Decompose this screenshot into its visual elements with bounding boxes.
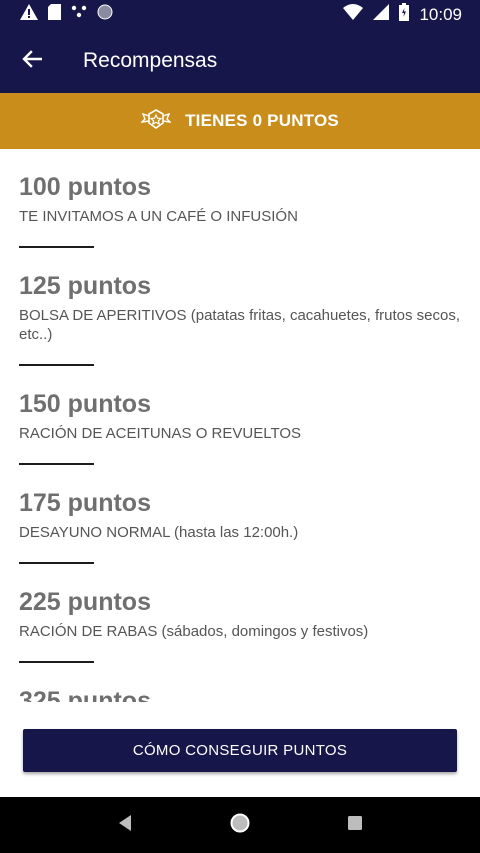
status-icons-left <box>20 4 113 25</box>
rewards-list[interactable]: 100 puntos TE INVITAMOS A UN CAFÉ O INFU… <box>0 149 480 702</box>
signal-icon <box>373 4 390 25</box>
sd-card-icon <box>48 4 61 25</box>
alert-icon <box>20 4 38 25</box>
star-badge-icon <box>140 108 173 135</box>
reward-points: 100 puntos <box>19 173 151 201</box>
status-bar: 10:09 <box>0 0 480 29</box>
status-icons-right: 10:09 <box>343 3 462 26</box>
home-circle-icon <box>229 812 251 839</box>
reward-item[interactable]: 225 puntos RACIÓN DE RABAS (sábados, dom… <box>0 564 480 663</box>
reward-description: DESAYUNO NORMAL (hasta las 12:00h.) <box>19 524 299 541</box>
reward-item[interactable]: 150 puntos RACIÓN DE ACEITUNAS O REVUELT… <box>0 366 480 465</box>
status-time: 10:09 <box>419 4 462 24</box>
how-to-earn-points-button[interactable]: CÓMO CONSEGUIR PUNTOS <box>23 729 457 772</box>
reward-item[interactable]: 125 puntos BOLSA DE APERITIVOS (patatas … <box>0 248 480 366</box>
app-bar: Recompensas <box>0 29 480 93</box>
reward-points: 150 puntos <box>19 390 151 418</box>
wifi-icon <box>343 4 364 25</box>
reward-points: 225 puntos <box>19 588 151 616</box>
reward-description: RACIÓN DE ACEITUNAS O REVUELTOS <box>19 425 302 442</box>
page-title: Recompensas <box>83 49 218 72</box>
reward-points: 325 puntos <box>19 687 151 702</box>
points-banner-text: TIENES 0 PUNTOS <box>185 111 339 130</box>
dots-icon <box>71 5 87 24</box>
recents-square-icon <box>347 815 363 836</box>
nav-back-button[interactable] <box>95 797 155 853</box>
reward-item[interactable]: 175 puntos DESAYUNO NORMAL (hasta las 12… <box>0 465 480 564</box>
reward-description: TE INVITAMOS A UN CAFÉ O INFUSIÓN <box>19 208 298 225</box>
reward-points: 125 puntos <box>19 272 151 300</box>
battery-icon <box>399 3 410 26</box>
reward-item[interactable]: 100 puntos TE INVITAMOS A UN CAFÉ O INFU… <box>0 149 480 248</box>
reward-description: RACIÓN DE RABAS (sábados, domingos y fes… <box>19 623 369 640</box>
reward-item[interactable]: 325 puntos <box>0 663 480 702</box>
nav-home-button[interactable] <box>210 797 270 853</box>
back-triangle-icon <box>117 814 133 837</box>
system-nav-bar <box>0 797 480 853</box>
reward-points: 175 puntos <box>19 489 151 517</box>
arrow-left-icon <box>22 49 43 73</box>
nav-recents-button[interactable] <box>325 797 385 853</box>
cta-area: CÓMO CONSEGUIR PUNTOS <box>0 702 480 797</box>
back-button[interactable] <box>0 29 65 93</box>
circle-icon <box>97 4 113 25</box>
points-banner: TIENES 0 PUNTOS <box>0 93 480 149</box>
reward-description: BOLSA DE APERITIVOS (patatas fritas, cac… <box>19 307 461 343</box>
